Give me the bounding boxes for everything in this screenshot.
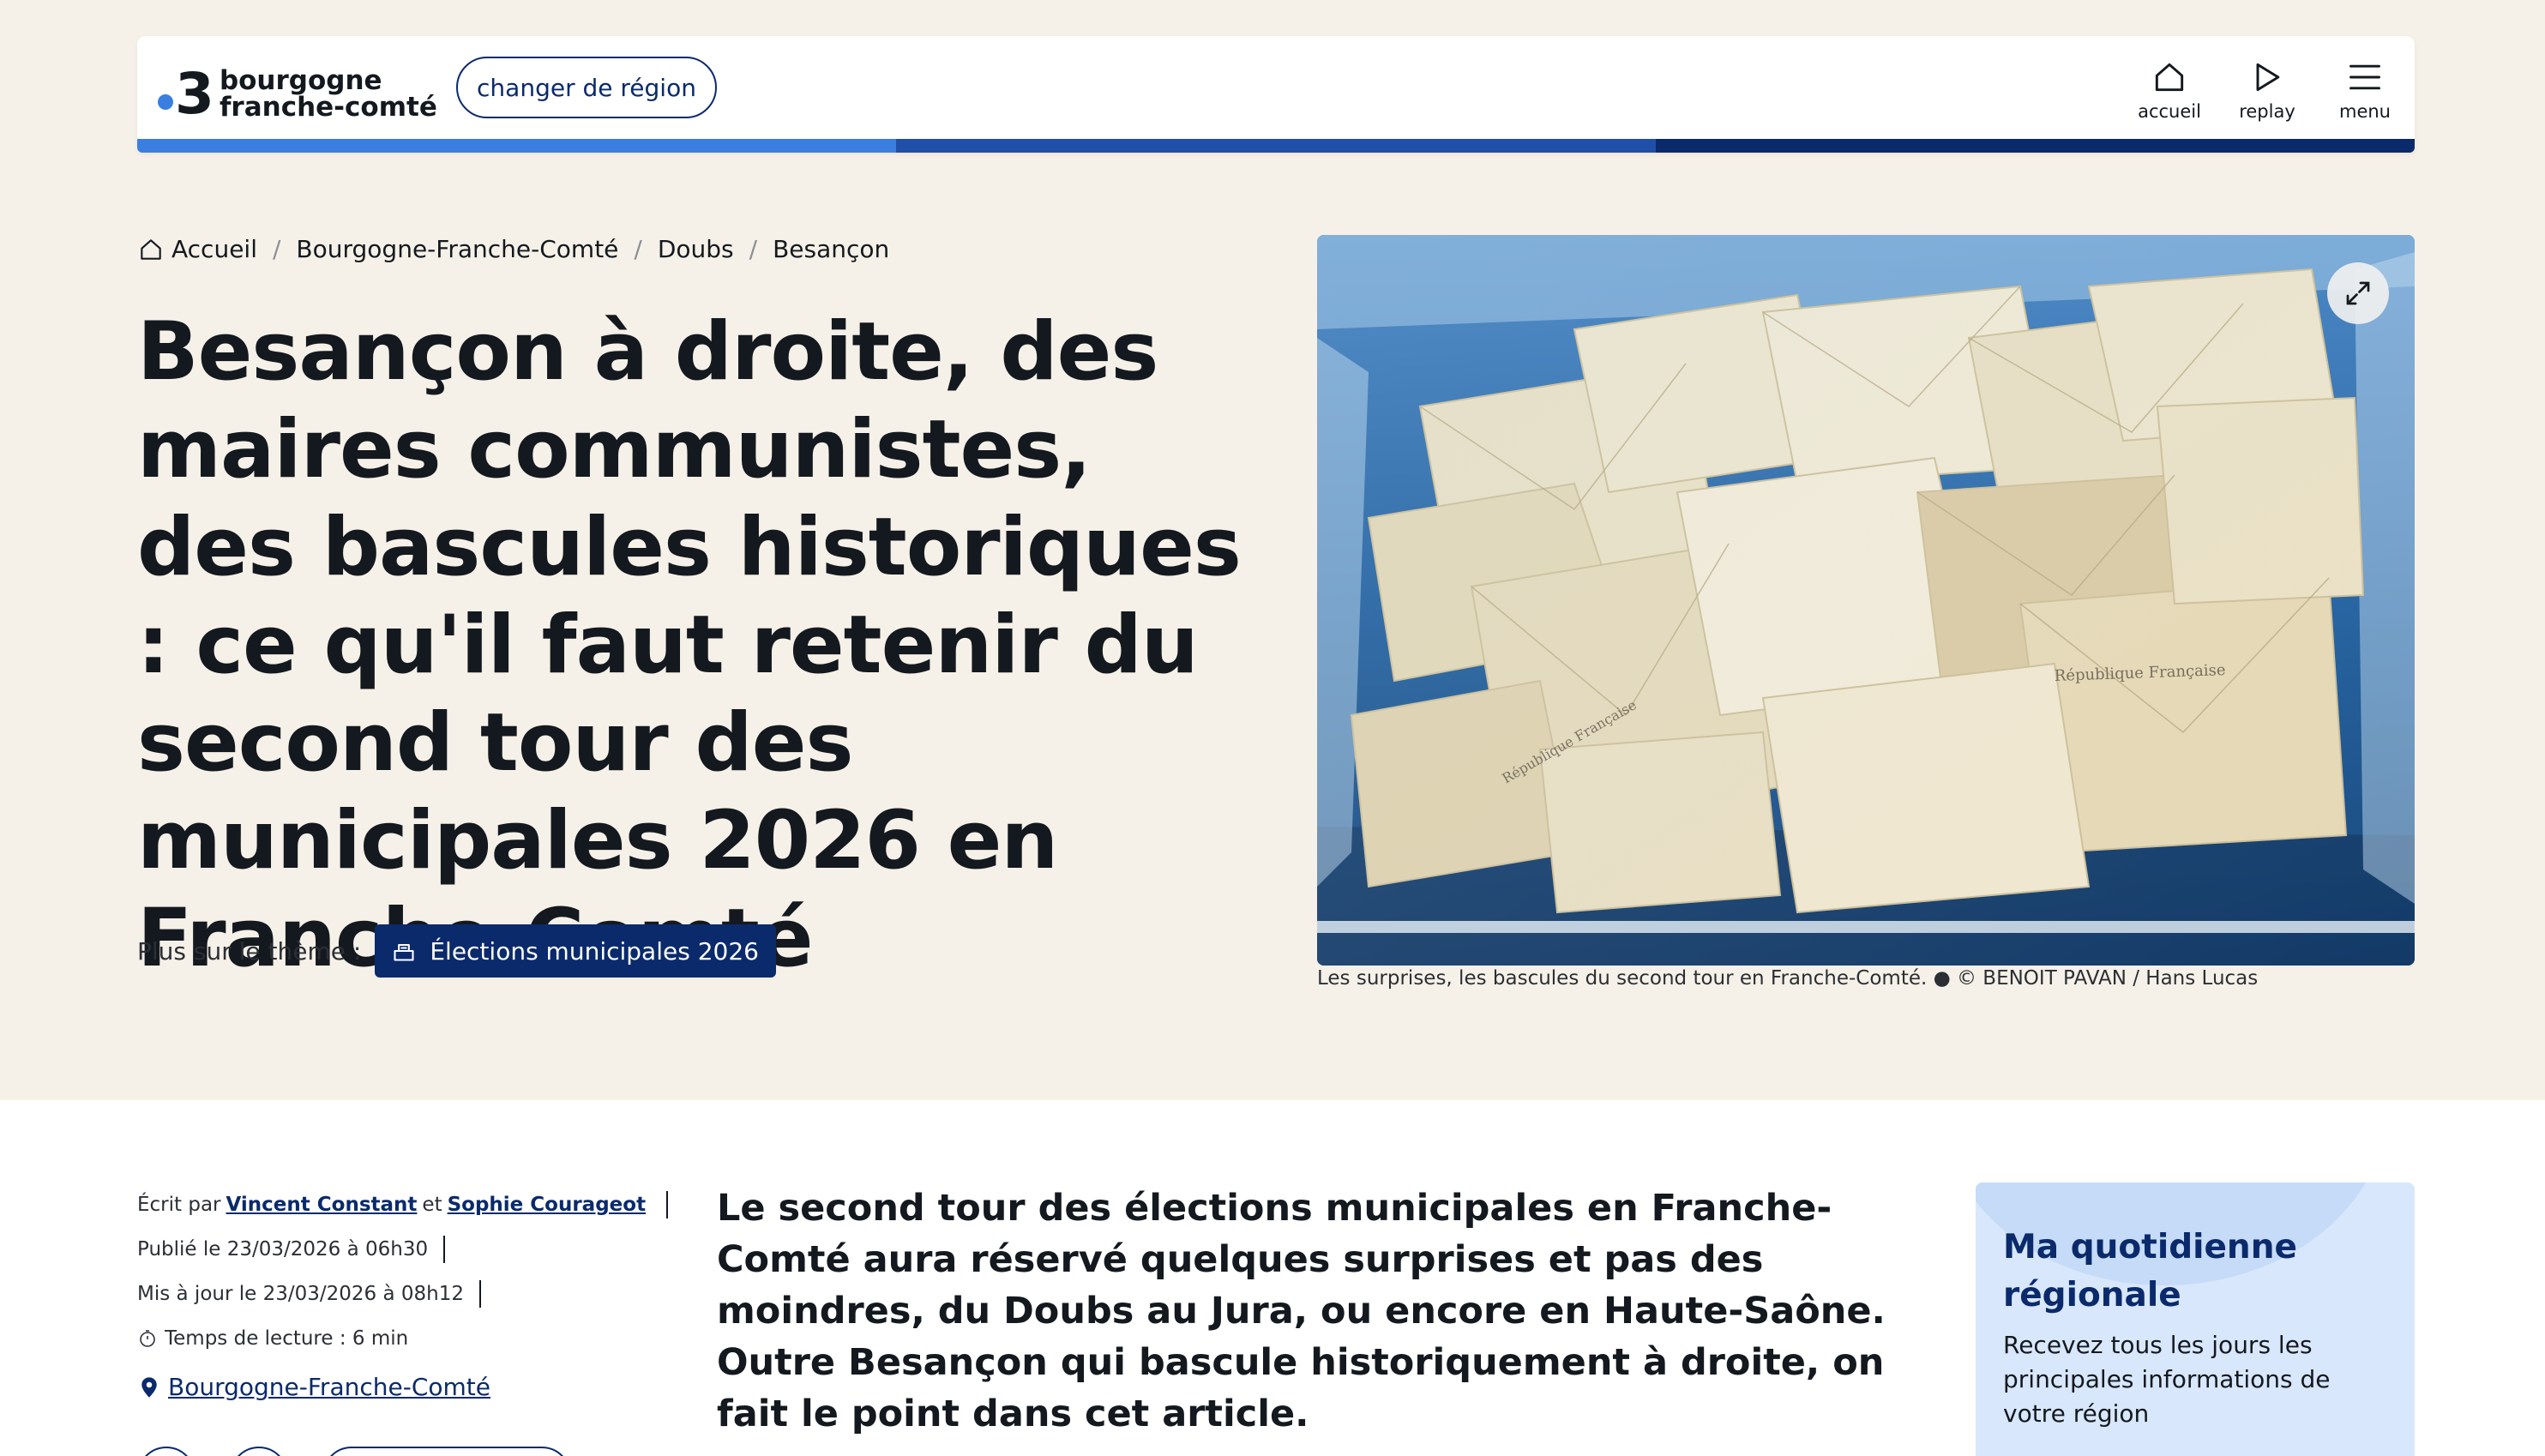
breadcrumb-department[interactable]: Doubs [658,235,734,263]
nav-menu[interactable]: menu [2334,58,2396,122]
breadcrumb-separator: / [634,235,642,263]
breadcrumb-city[interactable]: Besançon [773,235,889,263]
change-region-button[interactable]: changer de région [456,57,717,118]
article-meta: Écrit par Vincent Constant et Sophie Cou… [137,1182,669,1361]
share-button[interactable] [137,1447,196,1456]
location-pin-icon [141,1376,157,1398]
newsletter-text: Recevez tous les jours les principales i… [2003,1331,2331,1428]
meta-separator [478,1280,481,1308]
theme-tag-label: Élections municipales 2026 [430,936,759,966]
nav-home[interactable]: accueil [2138,58,2201,122]
breadcrumb-separator: / [272,235,281,263]
photo-caption: Les surprises, les bascules du second to… [1317,967,2259,990]
updated-date: Mis à jour le 23/03/2026 à 08h12 [137,1283,464,1305]
reading-time: Temps de lecture : 6 min [165,1327,409,1350]
hamburger-menu-icon [2349,64,2380,90]
ballot-box-icon [394,943,414,961]
nav-replay-label: replay [2239,101,2295,122]
home-icon [141,238,161,260]
site-header: 3 bourgogne franche-comté changer de rég… [137,36,2415,153]
nav-replay[interactable]: replay [2236,58,2298,122]
article-title: Besançon à droite, des maires communiste… [137,305,1242,985]
theme-row: Plus sur le thème : Élections municipale… [137,924,776,978]
article-lead: Le second tour des élections municipales… [717,1187,1886,1435]
author-link[interactable]: Sophie Courageot [448,1194,646,1216]
bar-segment-1 [137,139,897,153]
written-by-label: Écrit par [137,1194,221,1216]
header-color-bar [137,139,2415,153]
home-icon [2155,63,2184,92]
meta-separator [443,1236,446,1263]
meta-reading-time: Temps de lecture : 6 min [137,1316,668,1361]
breadcrumb: Accueil / Bourgogne-Franche-Comté / Doub… [137,235,889,263]
theme-label: Plus sur le thème : [137,936,362,966]
timer-icon [140,1330,155,1347]
and-label: et [422,1194,442,1216]
play-icon [2256,63,2280,92]
share-button[interactable] [230,1447,288,1456]
meta-separator [666,1191,669,1218]
bar-segment-2 [896,139,1656,153]
header-nav: accueil replay menu [2138,58,2396,122]
logo-line-2: franche-comté [219,92,437,123]
breadcrumb-home[interactable]: Accueil [171,235,257,263]
meta-updated: Mis à jour le 23/03/2026 à 08h12 [137,1272,668,1316]
share-buttons [137,1447,571,1456]
breadcrumb-region[interactable]: Bourgogne-Franche-Comté [296,235,618,263]
meta-authors: Écrit par Vincent Constant et Sophie Cou… [137,1182,669,1227]
logo-dot [158,94,173,110]
location-label: Bourgogne-Franche-Comté [168,1373,490,1401]
breadcrumb-separator: / [749,235,758,263]
meta-published: Publié le 23/03/2026 à 06h30 [137,1227,668,1272]
location-link[interactable]: Bourgogne-Franche-Comté [137,1373,490,1401]
published-date: Publié le 23/03/2026 à 06h30 [137,1238,429,1260]
newsletter-box: Ma quotidienne régionale Recevez tous le… [1976,1182,2415,1456]
follow-button[interactable] [322,1447,571,1456]
nav-home-label: accueil [2138,101,2201,122]
newsletter-title: Ma quotidienne régionale [2003,1228,2297,1315]
expand-photo-button[interactable] [2327,262,2389,324]
article-photo[interactable]: République Française République Français… [1317,235,2415,966]
author-link[interactable]: Vincent Constant [226,1194,418,1216]
ballot-box-envelopes-image: République Française République Français… [1317,235,2415,966]
theme-tag-link[interactable]: Élections municipales 2026 [375,924,776,978]
logo-region-text: bourgogne franche-comté [220,68,437,121]
expand-icon [2346,281,2370,305]
nav-menu-label: menu [2339,101,2391,122]
bar-segment-3 [1655,139,2415,153]
article-body: Écrit par Vincent Constant et Sophie Cou… [0,1100,2545,1456]
france3-logo[interactable]: 3 bourgogne franche-comté [158,62,437,127]
logo-number: 3 [175,61,214,127]
